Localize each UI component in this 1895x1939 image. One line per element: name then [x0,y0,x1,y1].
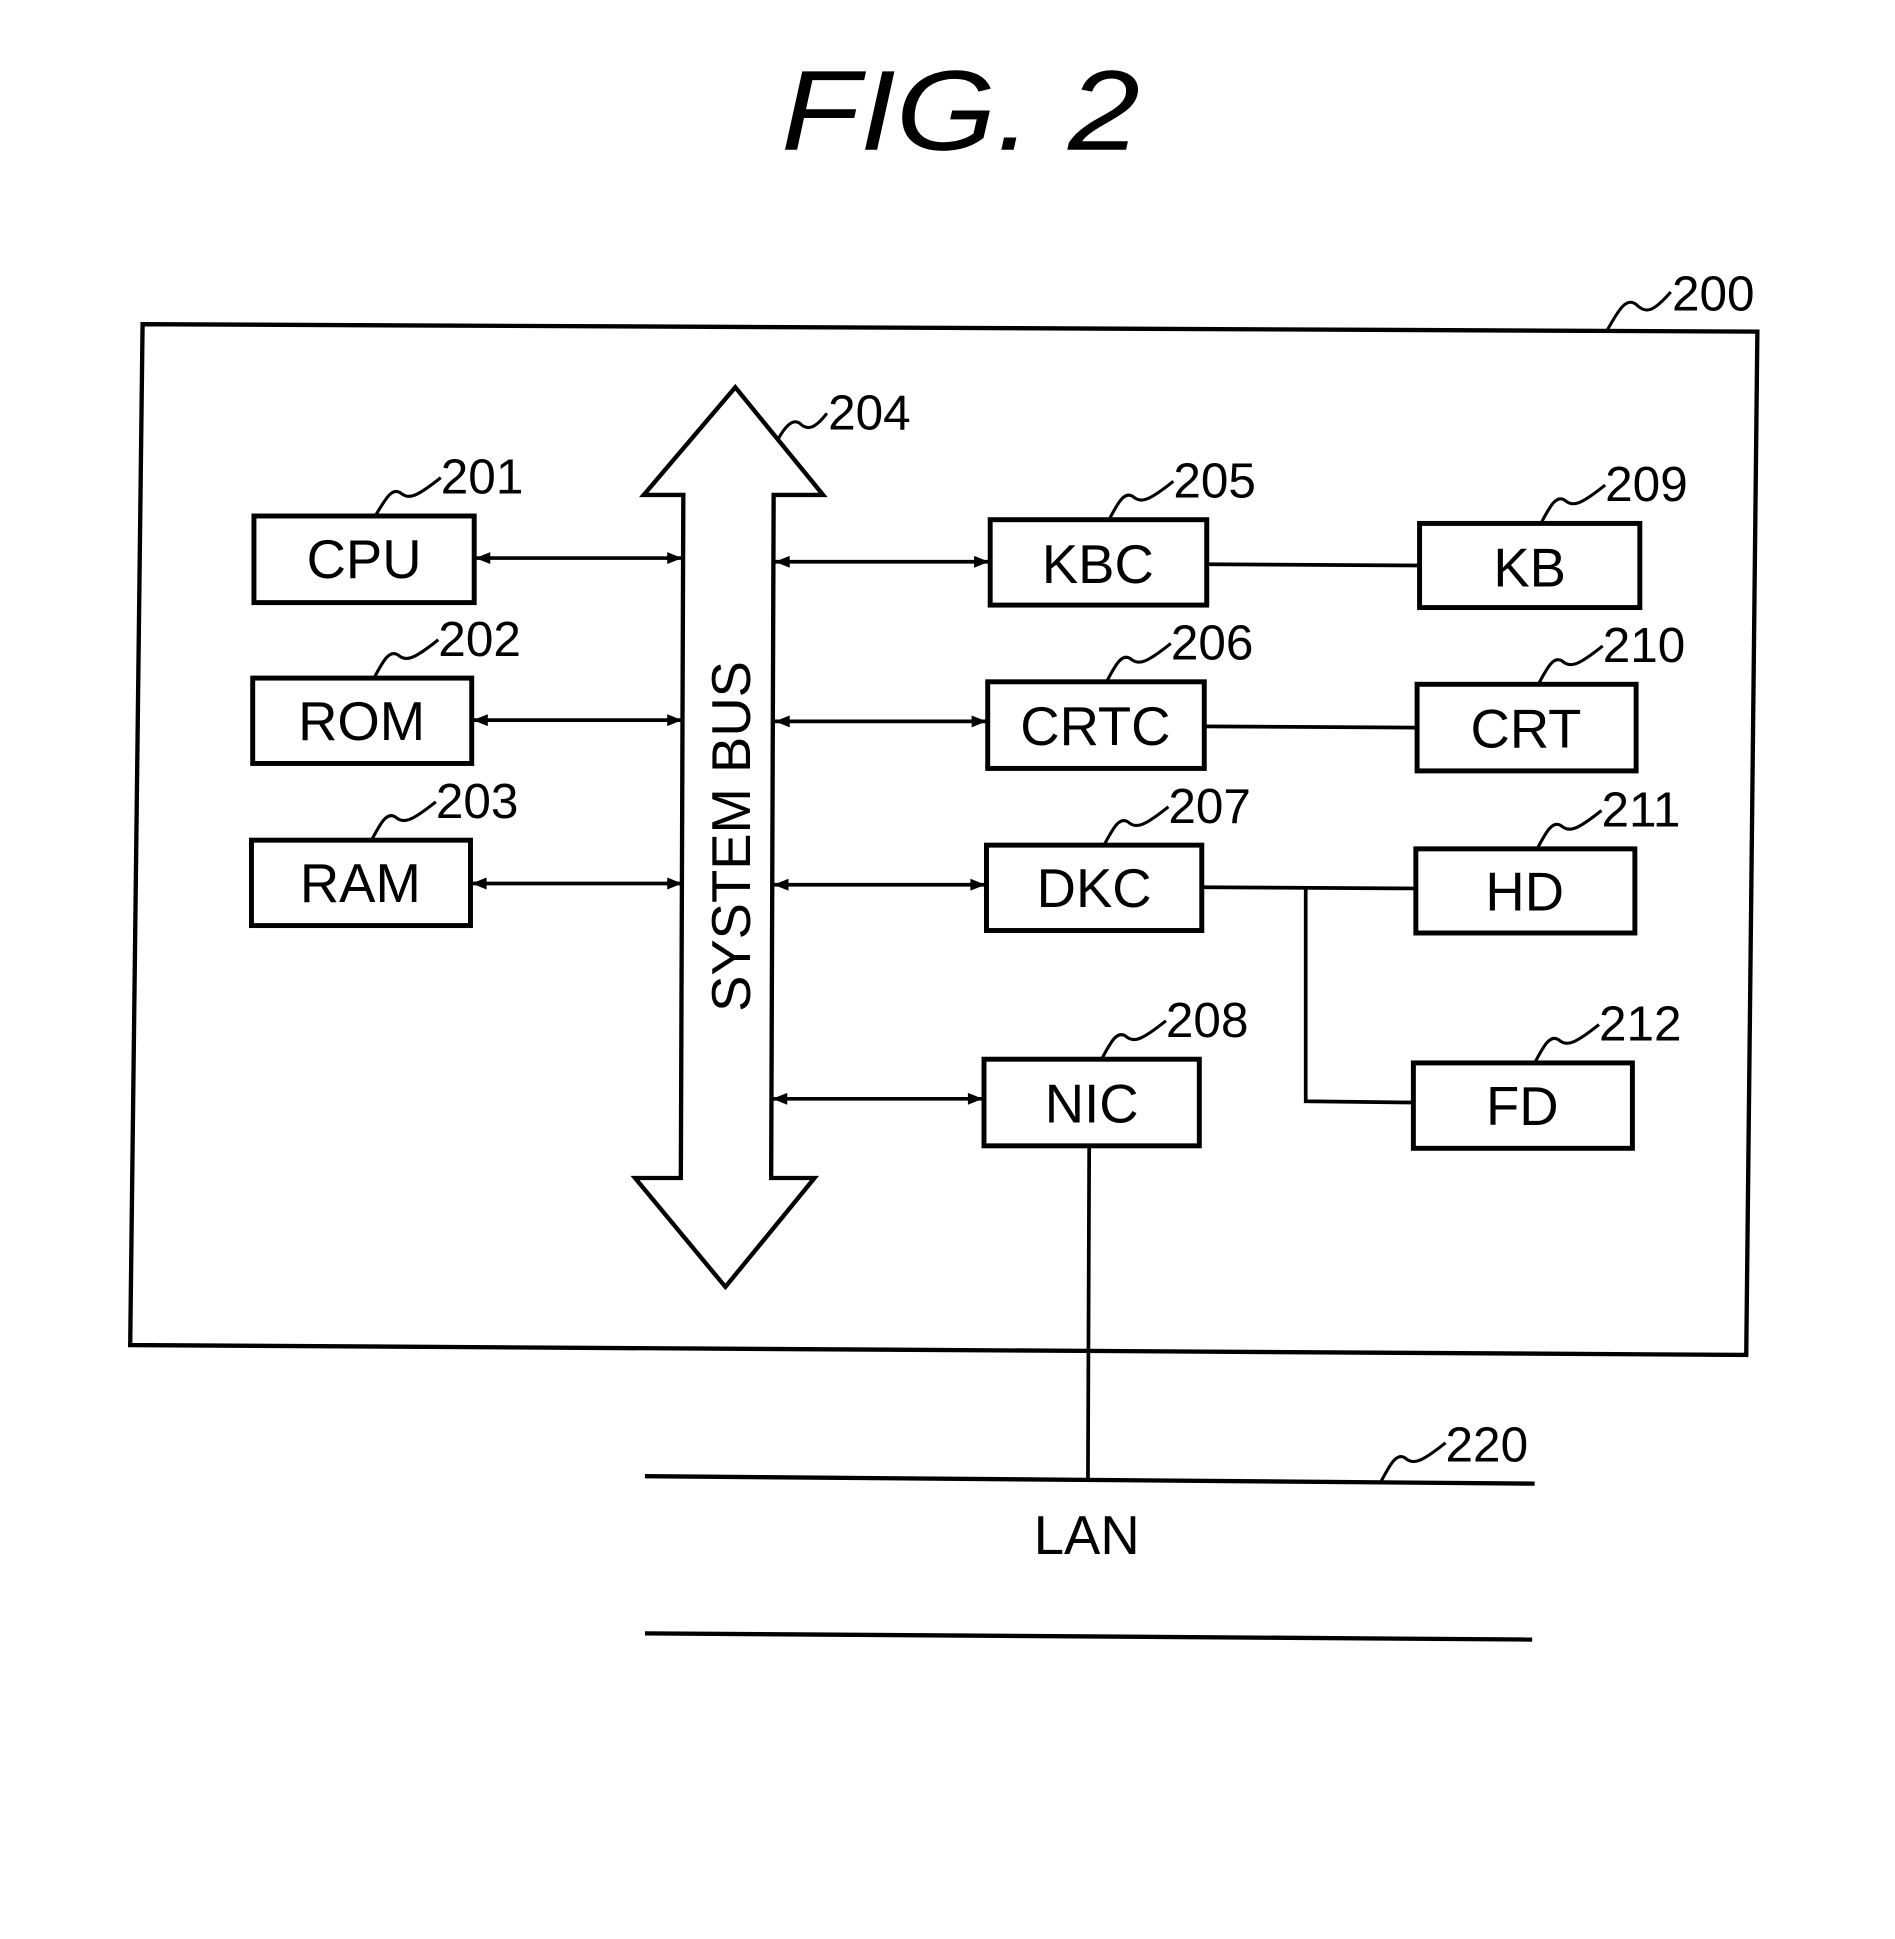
ram-ref: 203 [436,774,519,829]
crtc-label: CRTC [1020,696,1170,757]
crt-ref: 210 [1603,618,1686,673]
nic-lan-link [1086,1145,1092,1480]
dkc-label: DKC [1037,858,1152,919]
rom-ref: 202 [438,612,521,667]
dkc-ref-leader [1102,805,1170,846]
crtc-crt-link [1204,724,1418,730]
nic-ref-leader [1100,1019,1167,1060]
kbc-kb-link [1206,562,1420,568]
cpu-ref-leader [373,476,442,517]
kb-ref: 209 [1605,457,1688,512]
system-ref-leader [1605,291,1672,333]
crtc-ref: 206 [1171,616,1254,671]
kb-block: KB 209 [1417,457,1688,611]
cpu-label: CPU [307,529,422,590]
crtc-ref-leader [1105,642,1172,683]
rom-label: ROM [298,691,425,752]
crt-block: CRT 210 [1414,618,1686,774]
dkc-fd-link [1303,887,1414,1105]
ram-ref-leader [370,800,437,841]
ram-label: RAM [300,853,421,914]
ram-block: RAM 203 [248,774,519,929]
bus-ref: 204 [828,385,911,440]
crtc-block: CRTC 206 [985,616,1254,771]
fd-label: FD [1486,1076,1559,1137]
nic-ref: 208 [1166,993,1249,1048]
nic-label: NIC [1045,1073,1139,1134]
kbc-block: KBC 205 [987,453,1256,608]
kbc-ref: 205 [1173,453,1256,508]
kbc-label: KBC [1042,534,1154,595]
lan-ref: 220 [1446,1417,1529,1472]
hd-label: HD [1485,862,1564,923]
crt-label: CRT [1471,698,1582,759]
hd-ref: 211 [1601,783,1680,838]
system-bus-label: SYSTEM BUS [701,661,762,1012]
lan-ref-leader [1379,1441,1447,1482]
bus-ref-leader [776,412,829,442]
block-diagram: FIG. 2 200 SYSTEM BUS 204 CPU 201 ROM 20… [128,48,1760,1642]
kb-ref-leader [1539,483,1607,525]
rom-ref-leader [372,638,440,679]
fd-ref: 212 [1599,997,1682,1052]
lan-line-bottom [644,1631,1533,1642]
dkc-block: DKC 207 [984,779,1251,933]
figure-title: FIG. 2 [781,48,1140,175]
crt-ref-leader [1536,644,1604,686]
lan-label: LAN [1034,1505,1140,1566]
rom-block: ROM 202 [250,612,521,766]
dkc-hd-link [1201,885,1416,891]
cpu-block: CPU 201 [251,450,524,606]
nic-block: NIC 208 [981,993,1249,1149]
dkc-ref: 207 [1168,779,1251,834]
hd-ref-leader [1535,809,1603,850]
cpu-ref: 201 [441,450,524,505]
hd-block: HD 211 [1413,783,1680,936]
kb-label: KB [1493,538,1566,599]
system-ref: 200 [1672,267,1755,322]
kbc-ref-leader [1107,480,1175,521]
fd-ref-leader [1533,1023,1600,1064]
fd-block: FD 212 [1410,997,1682,1151]
